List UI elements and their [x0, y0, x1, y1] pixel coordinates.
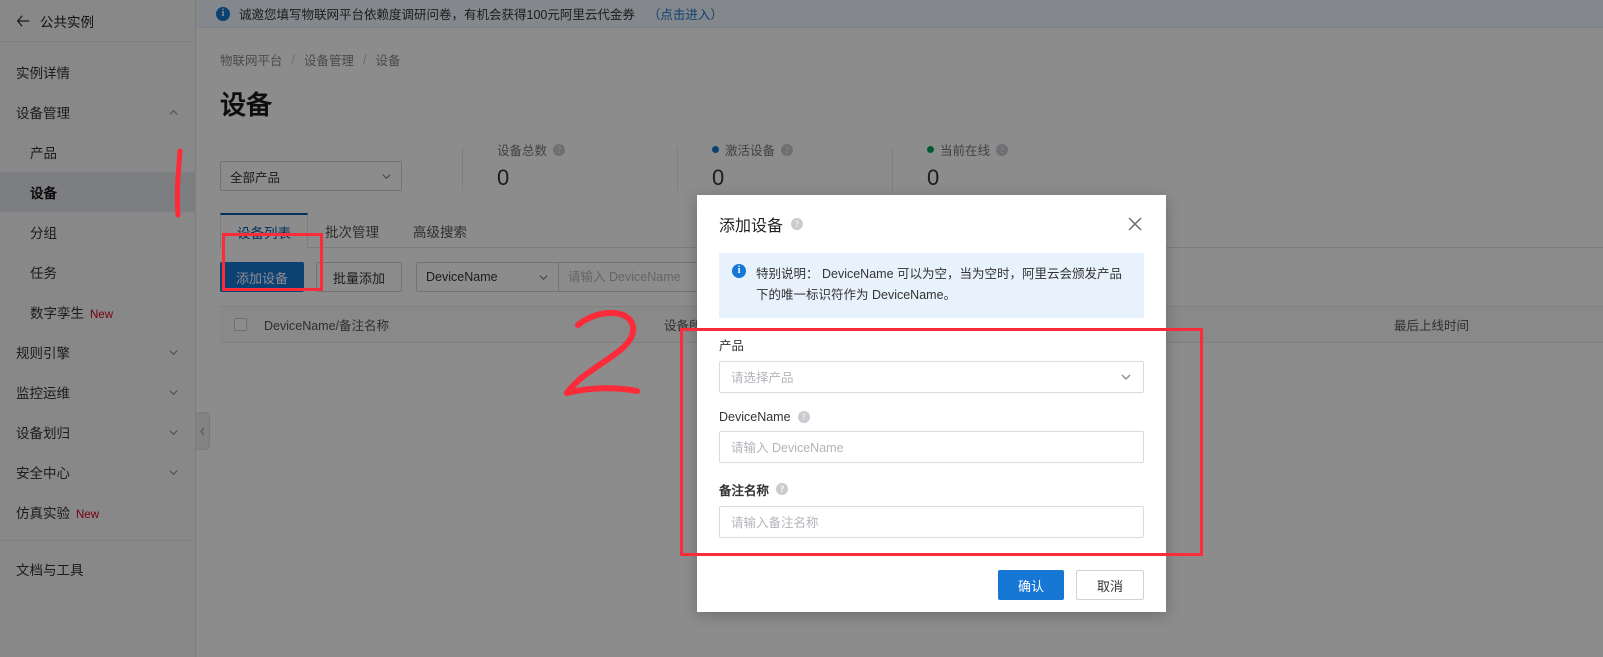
help-icon[interactable]: ?: [776, 483, 789, 495]
dialog-title: 添加设备: [719, 218, 784, 235]
dialog-alert-text: 特别说明： DeviceName 可以为空，当为空时，阿里云会颁发产品下的唯一标…: [756, 267, 1122, 303]
field-device-name: DeviceName ? 请输入 DeviceName: [719, 410, 1144, 463]
chevron-down-icon: [1120, 371, 1132, 383]
field-label-nickname: 备注名称: [719, 483, 770, 498]
app-root: 公共实例 实例详情 设备管理 产品 设备 分组 任务 数字孪生 New 规则引擎…: [0, 0, 1603, 657]
help-icon[interactable]: ?: [797, 410, 810, 423]
product-select-placeholder: 请选择产品: [731, 371, 794, 385]
field-product: 产品 请选择产品: [719, 335, 1144, 393]
help-icon[interactable]: ?: [791, 218, 804, 230]
nickname-input[interactable]: 请输入备注名称: [719, 505, 1144, 538]
field-nickname: 备注名称 ? 请输入备注名称: [719, 480, 1144, 538]
add-device-dialog: 添加设备 ? i 特别说明： DeviceName 可以为空，当为空时，阿里云会…: [697, 195, 1166, 612]
info-icon: i: [732, 264, 746, 278]
dialog-body: i 特别说明： DeviceName 可以为空，当为空时，阿里云会颁发产品下的唯…: [697, 253, 1166, 538]
device-name-placeholder: 请输入 DeviceName: [731, 441, 844, 455]
field-label-device-name: DeviceName: [719, 409, 791, 424]
product-select[interactable]: 请选择产品: [719, 360, 1144, 393]
confirm-button[interactable]: 确认: [997, 570, 1064, 600]
close-icon[interactable]: [1126, 215, 1144, 233]
dialog-header: 添加设备 ?: [697, 195, 1166, 253]
device-name-input[interactable]: 请输入 DeviceName: [719, 430, 1144, 463]
dialog-alert: i 特别说明： DeviceName 可以为空，当为空时，阿里云会颁发产品下的唯…: [719, 253, 1144, 318]
field-label-product: 产品: [719, 338, 745, 353]
cancel-button[interactable]: 取消: [1075, 570, 1144, 600]
nickname-placeholder: 请输入备注名称: [731, 516, 819, 530]
dialog-footer: 确认 取消: [697, 558, 1166, 612]
